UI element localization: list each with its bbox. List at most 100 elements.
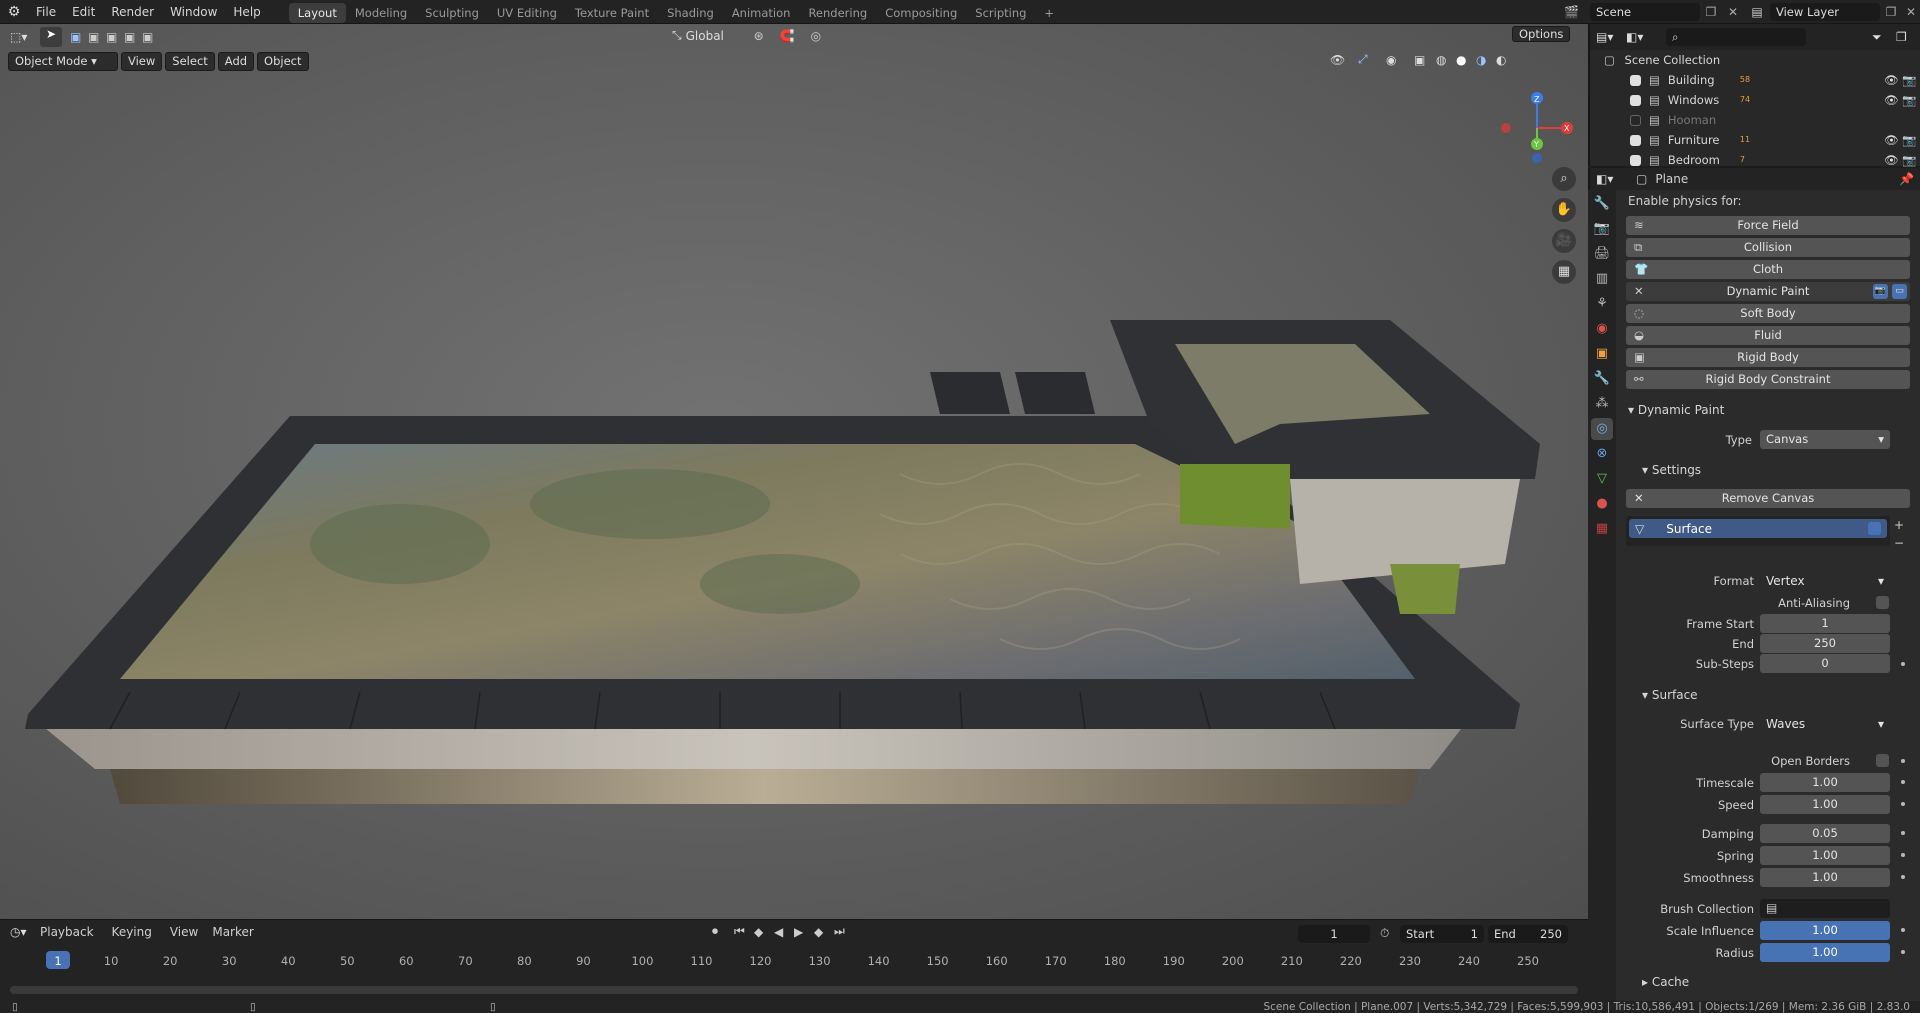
object-tab-icon[interactable]: ▣ xyxy=(1591,343,1613,365)
outliner-item-bedroom[interactable]: ▤ Bedroom 7 👁 📷 xyxy=(1590,150,1920,170)
remove-canvas-button[interactable]: ✕ Remove Canvas xyxy=(1626,489,1910,508)
physics-soft-body-button[interactable]: ◌ Soft Body xyxy=(1626,304,1910,323)
render-camera-icon[interactable]: 📷 xyxy=(1902,70,1920,90)
timeline-view-menu[interactable]: View xyxy=(170,925,198,939)
tab-compositing[interactable]: Compositing xyxy=(876,3,966,23)
scene-icon[interactable]: 🎬 xyxy=(1564,5,1590,19)
surface-list-item[interactable]: ▽ Surface xyxy=(1629,519,1887,538)
speed-keyframe-dot[interactable] xyxy=(1901,802,1905,806)
menu-help[interactable]: Help xyxy=(225,0,268,24)
play-icon[interactable]: ▶ xyxy=(794,925,814,939)
remove-surface-icon[interactable]: − xyxy=(1894,536,1904,550)
scale-influence-field[interactable]: 1.00 xyxy=(1760,921,1890,940)
render-tab-icon[interactable]: 📷 xyxy=(1591,218,1613,240)
new-scene-icon[interactable]: ❐ xyxy=(1700,5,1722,19)
blender-logo-icon[interactable]: ⚙ xyxy=(0,4,28,20)
close-view-layer-icon[interactable]: ✕ xyxy=(1902,5,1920,19)
damping-field[interactable]: 0.05 xyxy=(1760,824,1890,843)
physics-fluid-button[interactable]: ◒ Fluid xyxy=(1626,326,1910,345)
xray-icon[interactable]: ▣ xyxy=(1414,53,1436,67)
pivot-icon[interactable]: ⊛ xyxy=(754,29,764,43)
outliner-item-furniture[interactable]: ▤ Furniture 11 👁 📷 xyxy=(1590,130,1920,150)
cache-section-header[interactable]: ▸ Cache xyxy=(1642,975,1689,989)
scene-tab-icon[interactable]: ⚘ xyxy=(1591,293,1613,315)
select-extend-icon[interactable]: ▣ xyxy=(88,30,106,44)
view-layer-icon[interactable]: ▤ xyxy=(1744,5,1770,19)
add-workspace-button[interactable]: + xyxy=(1035,3,1063,23)
settings-section-header[interactable]: ▾ Settings xyxy=(1642,463,1701,477)
select-box-icon[interactable]: ▣ xyxy=(70,30,88,44)
rendered-shading-icon[interactable]: ◐ xyxy=(1496,53,1516,67)
outliner-exclude-checkbox[interactable] xyxy=(1630,154,1641,166)
outliner-exclude-checkbox[interactable] xyxy=(1630,74,1641,86)
data-tab-icon[interactable]: ▽ xyxy=(1591,468,1613,490)
outliner-exclude-checkbox[interactable] xyxy=(1630,94,1641,106)
gizmo-toggle-icon[interactable]: ⤢ xyxy=(1358,52,1386,67)
play-reverse-icon[interactable]: ◀ xyxy=(774,925,794,939)
surface-type-dropdown[interactable]: Waves ▾ xyxy=(1760,714,1890,733)
neg-z-axis-handle[interactable] xyxy=(1532,153,1542,163)
3d-viewport[interactable]: Object Mode ▾ View Select Add Object ⤡ G… xyxy=(0,24,1588,919)
options-button[interactable]: Options xyxy=(1512,26,1571,42)
view-layer-tab-icon[interactable]: ▥ xyxy=(1591,268,1613,290)
timescale-field[interactable]: 1.00 xyxy=(1760,773,1890,792)
material-shading-icon[interactable]: ◑ xyxy=(1476,53,1496,67)
outliner-item-hooman[interactable]: ▤ Hooman xyxy=(1590,110,1920,130)
filter-icon[interactable]: ⏷ xyxy=(1872,30,1896,45)
menu-file[interactable]: File xyxy=(28,0,64,24)
end-frame-field[interactable]: End 250 xyxy=(1488,925,1568,943)
outliner[interactable]: ▤▾ ◧▾ ⌕ ⏷ ❐ ▢ Scene Collection ▤ Building… xyxy=(1588,24,1920,167)
timeline-scrollbar[interactable] xyxy=(10,986,1578,994)
menu-render[interactable]: Render xyxy=(103,0,162,24)
properties-editor-type-icon[interactable]: ◧▾ xyxy=(1596,172,1636,186)
proportional-edit-icon[interactable]: ◎ xyxy=(811,29,821,43)
physics-tab-icon[interactable]: ◎ xyxy=(1591,418,1613,440)
open-borders-checkbox[interactable] xyxy=(1876,754,1889,767)
format-dropdown[interactable]: Vertex ▾ xyxy=(1760,571,1890,590)
outliner-editor-type-icon[interactable]: ▤▾ xyxy=(1596,30,1626,44)
pan-hand-icon[interactable]: ✋ xyxy=(1552,198,1576,222)
select-subtract-icon[interactable]: ▣ xyxy=(106,30,124,44)
view-layer-field[interactable]: View Layer xyxy=(1770,2,1880,21)
type-dropdown[interactable]: Canvas ▾ xyxy=(1760,430,1890,449)
keying-menu[interactable]: Keying xyxy=(112,925,152,939)
current-frame-field[interactable]: 1 xyxy=(1298,925,1370,943)
smoothness-keyframe-dot[interactable] xyxy=(1901,875,1905,879)
tab-uv-editing[interactable]: UV Editing xyxy=(488,3,566,23)
select-cursor-icon[interactable]: ➤ xyxy=(40,27,62,47)
brush-collection-field[interactable]: ▤ xyxy=(1760,899,1890,918)
snap-icon[interactable]: 🧲 xyxy=(780,29,795,43)
dynamic-paint-section-header[interactable]: ▾ Dynamic Paint xyxy=(1628,403,1724,417)
viewport-object-menu[interactable]: Object xyxy=(257,52,309,71)
clock-icon[interactable]: ⏱ xyxy=(1380,926,1389,941)
new-view-layer-icon[interactable]: ❐ xyxy=(1880,5,1902,19)
render-camera-icon[interactable]: 📷 xyxy=(1902,90,1920,110)
render-camera-icon[interactable]: 📷 xyxy=(1902,150,1920,170)
open-borders-keyframe-dot[interactable] xyxy=(1901,759,1905,763)
frame-start-field[interactable]: 1 xyxy=(1760,614,1890,633)
tab-rendering[interactable]: Rendering xyxy=(799,3,876,23)
physics-rigid-body-constraint-button[interactable]: ⚯ Rigid Body Constraint xyxy=(1626,370,1910,389)
close-scene-icon[interactable]: ✕ xyxy=(1722,5,1744,19)
solid-shading-icon[interactable]: ● xyxy=(1456,53,1476,67)
viewport-select-menu[interactable]: Select xyxy=(165,52,215,71)
surface-section-header[interactable]: ▾ Surface xyxy=(1642,688,1698,702)
tab-texture-paint[interactable]: Texture Paint xyxy=(566,3,658,23)
constraints-tab-icon[interactable]: ⊗ xyxy=(1591,443,1613,465)
anti-aliasing-checkbox[interactable] xyxy=(1876,596,1889,609)
radius-keyframe-dot[interactable] xyxy=(1901,950,1905,954)
display-mode-icon[interactable]: ◧▾ xyxy=(1626,30,1656,44)
visibility-eye-icon[interactable]: 👁 xyxy=(1884,90,1902,110)
visibility-eye-icon[interactable]: 👁 xyxy=(1884,150,1902,170)
prev-keyframe-icon[interactable]: ◆ xyxy=(754,925,774,939)
record-icon[interactable]: ⏺ xyxy=(712,924,734,939)
zoom-icon[interactable]: ⌕ xyxy=(1552,167,1576,191)
render-toggle-icon[interactable]: 📷 xyxy=(1873,284,1888,299)
overlay-icon[interactable]: ◉ xyxy=(1386,53,1414,67)
outliner-exclude-checkbox[interactable] xyxy=(1630,134,1641,146)
outliner-search-input[interactable]: ⌕ xyxy=(1666,28,1806,46)
sub-steps-field[interactable]: 0 xyxy=(1760,654,1890,673)
spring-field[interactable]: 1.00 xyxy=(1760,846,1890,865)
physics-dynamic-paint-button[interactable]: ✕ Dynamic Paint 📷 ▭ xyxy=(1626,282,1910,301)
next-keyframe-icon[interactable]: ◆ xyxy=(814,925,834,939)
